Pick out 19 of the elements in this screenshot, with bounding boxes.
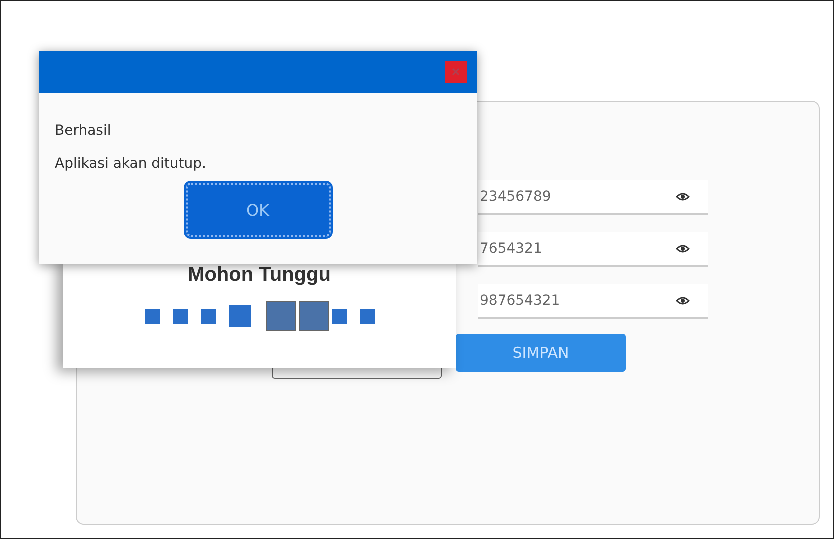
eye-icon[interactable] — [676, 244, 690, 254]
loading-square — [144, 308, 160, 324]
loading-square — [200, 308, 216, 324]
password-field[interactable]: 7654321 — [478, 232, 708, 267]
alert-message: Aplikasi akan ditutup. — [55, 155, 208, 174]
loading-square — [360, 308, 374, 324]
eye-icon[interactable] — [676, 296, 690, 306]
loading-square — [332, 308, 346, 324]
loading-title: Mohon Tunggu — [188, 264, 331, 287]
loading-square — [266, 301, 296, 331]
password-field[interactable]: 23456789 — [478, 180, 708, 215]
close-icon — [452, 68, 460, 76]
alert-heading: Berhasil — [55, 122, 112, 141]
loading-square — [172, 308, 188, 324]
loading-square — [228, 305, 250, 327]
loading-square — [298, 301, 328, 331]
ok-button[interactable]: OK — [186, 183, 330, 237]
password-field[interactable]: 987654321 — [478, 284, 708, 319]
eye-icon[interactable] — [676, 192, 690, 202]
